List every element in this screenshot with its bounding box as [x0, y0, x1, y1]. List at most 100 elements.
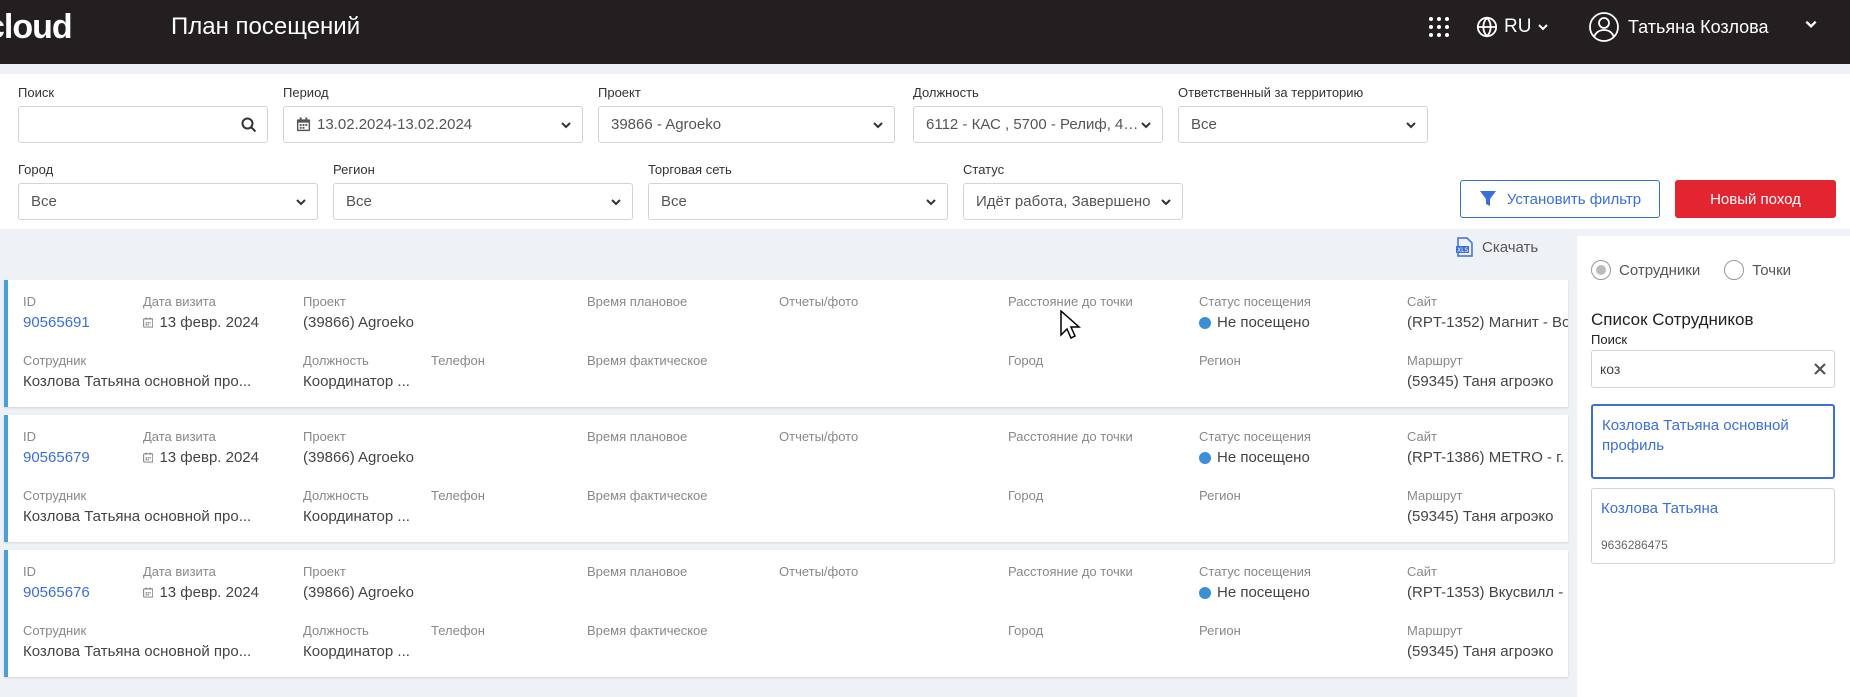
svg-text:XLS: XLS [1457, 247, 1468, 254]
employee-search-value: коз [1600, 361, 1621, 377]
status-select[interactable]: Идёт работа, Завершено [963, 183, 1183, 220]
route-value: (59345) Таня агроэко [1407, 373, 1554, 390]
visit-status-value: Не посещено [1217, 449, 1310, 466]
region-value: Все [346, 193, 372, 210]
user-chevron-down-icon[interactable] [1804, 17, 1818, 31]
city-value: Все [31, 193, 57, 210]
employee-item[interactable]: Козлова Татьяна 9636286475 [1591, 488, 1835, 564]
download-button[interactable]: XLS Скачать [1456, 236, 1538, 258]
territory-filter: Ответственный за территорию Все [1178, 84, 1428, 143]
chevron-down-icon [1538, 24, 1549, 31]
project-label: Проект [303, 429, 346, 444]
chain-select[interactable]: Все [648, 183, 948, 220]
radio-points[interactable] [1724, 260, 1745, 280]
employee-name: Козлова Татьяна [1601, 500, 1719, 517]
position-label: Должность [303, 353, 369, 368]
position-value: 6112 - КАС , 5700 - Релиф, 4436 - ... [926, 116, 1140, 133]
chevron-down-icon [296, 198, 306, 205]
period-select[interactable]: 13.02.2024-13.02.2024 [283, 106, 583, 143]
city-label: Город [1008, 623, 1044, 638]
period-label: Период [283, 85, 329, 100]
visit-status-value: Не посещено [1217, 314, 1310, 331]
position-value: Координатор ... [303, 508, 410, 525]
radio-employees-label[interactable]: Сотрудники [1619, 262, 1700, 279]
status-label: Статус [963, 162, 1005, 177]
new-visit-button[interactable]: Новый поход [1675, 180, 1836, 218]
actual-time-label: Время фактическое [587, 623, 708, 638]
search-filter: Поиск [18, 84, 268, 143]
apply-filter-button[interactable]: Установить фильтр [1460, 180, 1660, 218]
position-value: Координатор ... [303, 643, 410, 660]
distance-label: Расстояние до точки [1008, 429, 1133, 444]
visit-status: Не посещено [1199, 449, 1310, 466]
region-select[interactable]: Все [333, 183, 633, 220]
reports-label: Отчеты/фото [779, 429, 859, 444]
site-label: Сайт [1407, 564, 1437, 579]
id-label: ID [23, 294, 36, 309]
visit-card[interactable]: ID 90565679 Дата визита 13 февр. 2024 Пр… [4, 415, 1568, 542]
chevron-down-icon [1406, 121, 1416, 128]
route-label: Маршрут [1407, 623, 1463, 638]
search-icon[interactable] [241, 117, 257, 133]
visit-id-link[interactable]: 90565691 [23, 314, 90, 331]
reports-label: Отчеты/фото [779, 294, 859, 309]
chain-value: Все [661, 193, 687, 210]
visit-card[interactable]: ID 90565691 Дата визита 13 февр. 2024 Пр… [4, 280, 1568, 407]
actual-time-label: Время фактическое [587, 488, 708, 503]
logo[interactable]: cloud [0, 8, 73, 47]
project-value: (39866) Agroeko [303, 449, 414, 466]
calendar-icon [143, 452, 154, 463]
site-value: (RPT-1386) METRO - г. М [1407, 449, 1568, 466]
calendar-icon [296, 117, 311, 132]
region-label: Регион [1199, 488, 1241, 503]
site-value: (RPT-1352) Магнит - Во [1407, 314, 1568, 331]
status-value: Идёт работа, Завершено [976, 193, 1151, 210]
period-filter: Период 13.02.2024-13.02.2024 [283, 84, 583, 143]
employee-value: Козлова Татьяна основной про... [23, 643, 252, 660]
project-value: (39866) Agroeko [303, 584, 414, 601]
region-label: Регион [1199, 353, 1241, 368]
user-avatar-icon [1589, 12, 1619, 42]
position-select[interactable]: 6112 - КАС , 5700 - Релиф, 4436 - ... [913, 106, 1163, 143]
region-label: Регион [333, 162, 375, 177]
visit-id-link[interactable]: 90565676 [23, 584, 90, 601]
phone-label: Телефон [431, 623, 485, 638]
language-selector[interactable]: RU [1476, 14, 1549, 40]
user-menu[interactable]: Татьяна Козлова [1588, 10, 1769, 44]
city-select[interactable]: Все [18, 183, 318, 220]
radio-employees[interactable] [1591, 260, 1611, 280]
project-value: (39866) Agroeko [303, 314, 414, 331]
region-label: Регион [1199, 623, 1241, 638]
apps-grid-icon[interactable] [1429, 17, 1449, 37]
visit-status-label: Статус посещения [1199, 429, 1311, 444]
visit-id-link[interactable]: 90565679 [23, 449, 90, 466]
mouse-cursor-icon [1060, 310, 1081, 340]
visit-date: 13 февр. 2024 [143, 584, 259, 601]
visit-card[interactable]: ID 90565676 Дата визита 13 февр. 2024 Пр… [4, 550, 1568, 677]
chevron-down-icon [873, 121, 883, 128]
project-label: Проект [303, 564, 346, 579]
radio-points-label[interactable]: Точки [1752, 262, 1791, 279]
chevron-down-icon [1141, 121, 1151, 128]
apply-filter-label: Установить фильтр [1506, 190, 1642, 208]
territory-select[interactable]: Все [1178, 106, 1428, 143]
project-select[interactable]: 39866 - Agroeko [598, 106, 895, 143]
id-label: ID [23, 429, 36, 444]
visit-status: Не посещено [1199, 584, 1310, 601]
language-label: RU [1504, 16, 1532, 37]
employee-search-input[interactable]: коз [1591, 350, 1835, 388]
planned-time-label: Время плановое [587, 294, 688, 309]
employee-label: Сотрудник [23, 488, 87, 503]
status-filter: Статус Идёт работа, Завершено [963, 161, 1183, 220]
clear-icon[interactable] [1814, 363, 1826, 375]
phone-label: Телефон [431, 488, 485, 503]
visit-date-value: 13 февр. 2024 [159, 584, 259, 601]
employee-item[interactable]: Козлова Татьяна основной профиль [1591, 404, 1835, 479]
visit-status-label: Статус посещения [1199, 564, 1311, 579]
visit-status-label: Статус посещения [1199, 294, 1311, 309]
date-label: Дата визита [143, 564, 216, 579]
calendar-icon [143, 317, 154, 328]
status-dot-icon [1199, 451, 1211, 464]
search-input[interactable] [18, 106, 268, 143]
region-filter: Регион Все [333, 161, 633, 220]
